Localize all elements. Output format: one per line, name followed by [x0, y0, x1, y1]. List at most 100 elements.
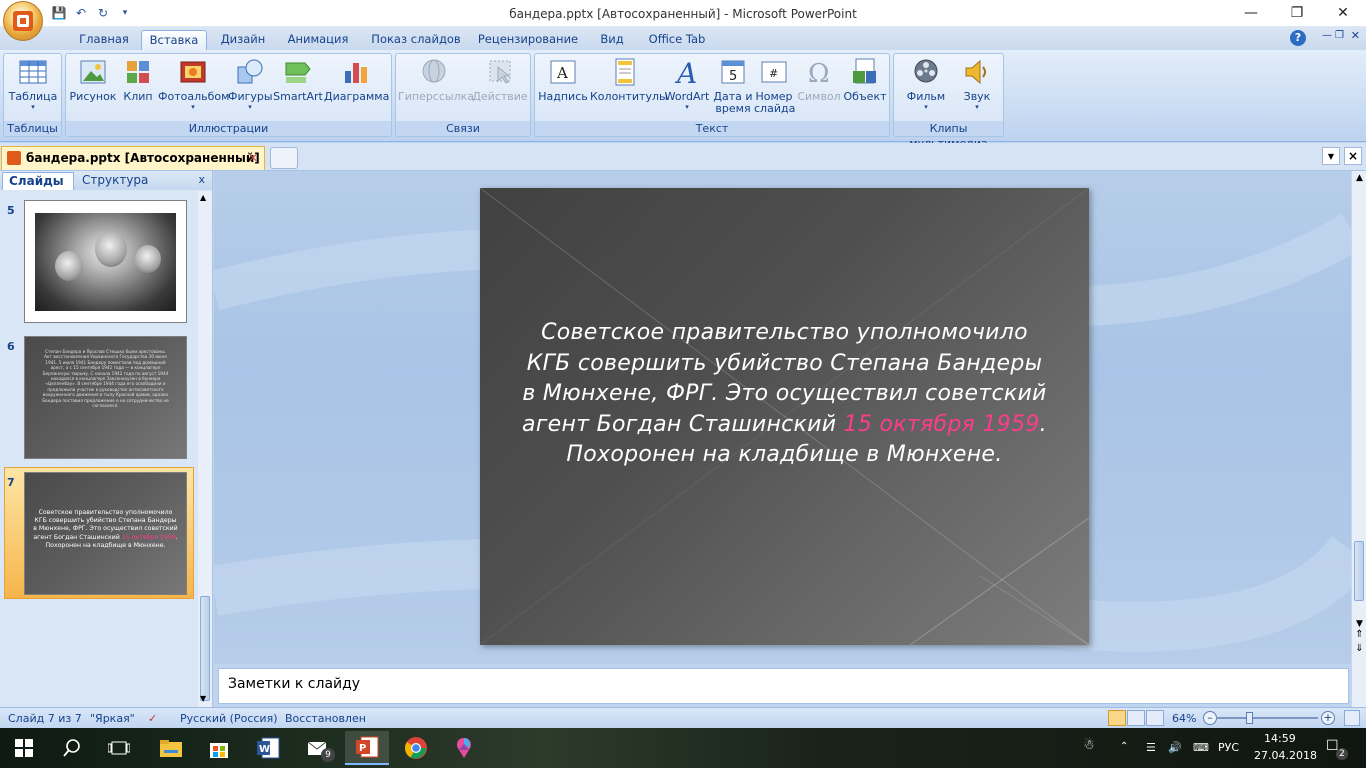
picture-label: Рисунок	[69, 90, 117, 103]
slide-sorter-icon[interactable]	[1127, 710, 1145, 726]
windows-taskbar: W 9 P ☃ ⌃ ☰ 🔊 ⌨ РУС 14:59 27.04.2018 ☐ 2	[0, 728, 1366, 768]
table-label: Таблица	[8, 90, 58, 103]
action-button[interactable]: Действие	[472, 57, 528, 103]
dropdown-arrow-icon: ▾	[248, 103, 252, 111]
shapes-icon	[235, 57, 265, 87]
minimize-button[interactable]: —	[1228, 0, 1274, 27]
slide-body-text[interactable]: Советское правительство уполномочило КГБ…	[520, 318, 1049, 471]
close-document-icon[interactable]: ×	[1344, 147, 1362, 165]
word-icon[interactable]: W	[253, 734, 283, 762]
maximize-button[interactable]: ❐	[1274, 0, 1320, 27]
pptx-file-icon	[7, 151, 21, 165]
ribbon-restore-icon[interactable]: ❐	[1335, 30, 1344, 41]
zoom-slider-track[interactable]	[1216, 717, 1318, 719]
zoom-level[interactable]: 64%	[1172, 712, 1196, 725]
group-caption-links: Связи	[396, 121, 530, 136]
movie-button[interactable]: Фильм ▾	[898, 57, 954, 111]
group-caption-text: Текст	[535, 121, 889, 136]
volume-icon[interactable]: 🔊	[1168, 741, 1182, 754]
tab-slideshow[interactable]: Показ слайдов	[364, 30, 468, 50]
spellcheck-icon[interactable]: ✓	[148, 712, 157, 725]
ribbon-close-icon[interactable]: ✕	[1351, 29, 1360, 42]
mail-icon[interactable]: 9	[303, 734, 335, 762]
slides-pane-close-icon[interactable]: x	[198, 173, 205, 186]
chrome-icon[interactable]	[401, 734, 431, 762]
scroll-up-icon[interactable]: ▲	[200, 193, 206, 202]
scroll-down-icon[interactable]: ▼	[1354, 619, 1365, 629]
chart-button[interactable]: Диаграмма	[324, 57, 390, 103]
new-tab-button[interactable]	[270, 147, 298, 169]
slide-thumbnail-5[interactable]	[24, 200, 187, 323]
scroll-down-icon[interactable]: ▼	[200, 694, 206, 703]
tab-home[interactable]: Главная	[72, 30, 136, 50]
textbox-label: Надпись	[538, 90, 588, 103]
tab-insert[interactable]: Вставка	[141, 30, 207, 50]
shapes-button[interactable]: Фигуры ▾	[228, 57, 273, 111]
task-view-icon[interactable]	[104, 734, 134, 762]
photo-album-button[interactable]: Фотоальбом ▾	[158, 57, 229, 111]
zoom-in-icon[interactable]: +	[1321, 711, 1335, 725]
paint3d-icon[interactable]	[449, 734, 479, 762]
sound-button[interactable]: Звук ▾	[954, 57, 1000, 111]
picture-button[interactable]: Рисунок	[68, 57, 118, 103]
object-button[interactable]: Объект	[842, 57, 888, 103]
office-button[interactable]	[3, 1, 43, 41]
wordart-button[interactable]: A WordArt ▾	[662, 57, 712, 111]
previous-slide-icon[interactable]: ⇑	[1354, 630, 1365, 640]
main-scroll-thumb[interactable]	[1354, 541, 1364, 601]
tab-animation[interactable]: Анимация	[280, 30, 356, 50]
normal-view-icon[interactable]	[1108, 710, 1126, 726]
office-logo-icon	[13, 11, 33, 31]
language-indicator[interactable]: Русский (Россия)	[180, 712, 278, 725]
tab-review[interactable]: Рецензирование	[474, 30, 582, 50]
clock-date[interactable]: 27.04.2018	[1254, 749, 1317, 762]
document-tab[interactable]: бандера.pptx [Автосохраненный] ✕	[1, 146, 265, 170]
zoom-slider-thumb[interactable]	[1246, 712, 1253, 724]
svg-text:P: P	[359, 743, 366, 754]
network-icon[interactable]: ☰	[1146, 741, 1156, 754]
show-hidden-icons-icon[interactable]: ⌃	[1120, 741, 1128, 752]
tab-list-dropdown-icon[interactable]: ▼	[1322, 147, 1340, 165]
store-icon[interactable]	[204, 734, 234, 762]
people-icon[interactable]: ☃	[1083, 738, 1095, 753]
slide-thumbnail-6[interactable]: Степан Бандера и Ярослав Стецько были ар…	[24, 336, 187, 459]
document-tab-close-icon[interactable]: ✕	[248, 147, 258, 169]
smartart-button[interactable]: SmartArt	[273, 57, 323, 103]
date-time-button[interactable]: 5 Дата и время	[713, 57, 753, 115]
table-button[interactable]: Таблица ▾	[6, 57, 60, 111]
chart-label: Диаграмма	[324, 90, 390, 103]
tab-office-tab[interactable]: Office Tab	[641, 30, 713, 50]
powerpoint-taskbar-icon[interactable]: P	[345, 731, 389, 765]
help-icon[interactable]: ?	[1290, 30, 1306, 46]
slides-pane-scrollbar[interactable]: ▲ ▼	[198, 191, 212, 707]
tab-view[interactable]: Вид	[592, 30, 632, 50]
clip-button[interactable]: Клип	[120, 57, 156, 103]
header-footer-icon	[610, 57, 640, 87]
next-slide-icon[interactable]: ⇓	[1354, 644, 1365, 654]
ribbon-minimize-icon[interactable]: —	[1322, 30, 1332, 41]
language-icon[interactable]: ⌨	[1193, 741, 1209, 754]
input-language[interactable]: РУС	[1218, 741, 1239, 754]
scroll-up-icon[interactable]: ▲	[1354, 173, 1365, 183]
header-footer-button[interactable]: Колонтитулы	[590, 57, 668, 103]
slideshow-view-icon[interactable]	[1146, 710, 1164, 726]
fit-to-window-icon[interactable]	[1344, 710, 1360, 726]
slide-thumbnail-7[interactable]: Советское правительство уполномочило КГБ…	[24, 472, 187, 595]
notes-field[interactable]: Заметки к слайду	[218, 668, 1349, 704]
file-explorer-icon[interactable]	[156, 734, 186, 762]
tab-outline[interactable]: Структура	[76, 172, 166, 190]
hyperlink-button[interactable]: Гиперссылка	[398, 57, 474, 103]
windows-start-icon[interactable]	[9, 734, 39, 762]
symbol-button[interactable]: Ω Символ	[796, 57, 842, 103]
current-slide[interactable]: Советское правительство уполномочило КГБ…	[480, 188, 1089, 645]
clock-time[interactable]: 14:59	[1264, 732, 1296, 745]
slides-pane-scroll-thumb[interactable]	[200, 596, 210, 701]
search-icon[interactable]	[57, 734, 87, 762]
tab-design[interactable]: Дизайн	[213, 30, 273, 50]
textbox-button[interactable]: A Надпись	[537, 57, 589, 103]
zoom-out-icon[interactable]: –	[1203, 711, 1217, 725]
tab-slides[interactable]: Слайды	[2, 172, 74, 190]
main-vertical-scrollbar[interactable]: ▲ ▼ ⇑ ⇓	[1351, 171, 1366, 707]
close-button[interactable]: ✕	[1320, 0, 1366, 27]
slide-number-button[interactable]: # Номер слайда	[754, 57, 795, 115]
